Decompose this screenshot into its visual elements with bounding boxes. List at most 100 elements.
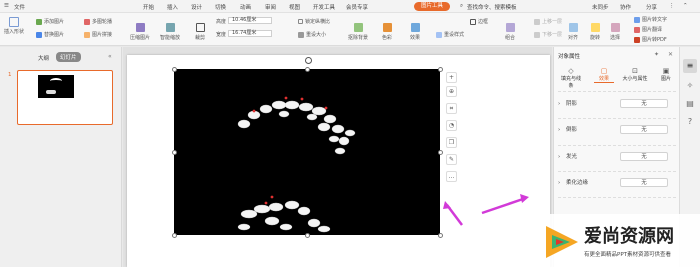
thumbnail-image [38, 75, 74, 98]
reset-style-icon [436, 31, 442, 38]
reset-size-button[interactable]: 重设大小 [298, 31, 326, 38]
menu-view[interactable]: 视图 [289, 3, 300, 11]
rotate-button[interactable]: 旋转 [590, 23, 600, 41]
expand-icon: › [558, 101, 561, 107]
replace-picture-button[interactable]: 替换图片 [36, 31, 64, 38]
border-button[interactable]: 边框 [470, 18, 488, 25]
share-button[interactable]: 分享 [646, 3, 657, 11]
menu-review[interactable]: 审阅 [265, 3, 276, 11]
soft-edge-row[interactable]: › 柔化边缘 无 [558, 178, 676, 188]
pic-translate-button[interactable]: 图片翻译 [634, 26, 662, 33]
height-input[interactable]: 10.46厘米 [228, 17, 272, 24]
shape-icon [9, 17, 19, 27]
effects-icon [410, 23, 420, 32]
effects-button[interactable]: 效果 [410, 23, 420, 41]
panel-title: 对象属性 [558, 54, 581, 60]
smart-scale-button[interactable]: 智能缩放 [160, 23, 180, 41]
menu-developer[interactable]: 开发工具 [313, 3, 335, 11]
align-button[interactable]: 对齐 [568, 23, 578, 41]
bring-forward-button[interactable]: 上移一层 [534, 18, 562, 25]
tab-outline[interactable]: 大纲 [38, 54, 49, 62]
search-box[interactable]: 查找命令、搜索模板 [467, 3, 517, 11]
pdf-icon [634, 36, 640, 43]
menu-transition[interactable]: 切换 [215, 3, 226, 11]
align-icon [568, 23, 578, 32]
pin-icon[interactable]: ✦ [654, 51, 659, 58]
menu-button[interactable]: ☰ [4, 3, 9, 9]
color-icon [382, 23, 392, 32]
scale-icon [165, 23, 175, 32]
pic-to-text-button[interactable]: 图片转文字 [634, 16, 667, 23]
reflection-row[interactable]: › 倒影 无 [558, 125, 676, 135]
tab-picture-tools[interactable]: 图片工具 [414, 2, 450, 11]
select-icon [610, 23, 620, 32]
menu-insert[interactable]: 插入 [167, 3, 178, 11]
lock-ratio-checkbox[interactable]: 锁定纵横比 [298, 18, 330, 25]
shadow-label: 阴影 [565, 101, 577, 107]
watermark: 爱尚资源网 有更全面精品PPT素材资源可供查看 [538, 214, 700, 267]
tab-fill-line[interactable]: ◇ 填充与线条 [560, 67, 582, 89]
carousel-button[interactable]: 多图轮播 [84, 18, 112, 25]
menu-home[interactable]: 开始 [143, 3, 154, 11]
slide-thumbnail[interactable] [17, 70, 113, 125]
height-label: 高度 [216, 19, 227, 25]
soft-edge-select[interactable]: 无 [620, 178, 668, 187]
send-backward-button[interactable]: 下移一层 [534, 31, 562, 38]
stitch-button[interactable]: 图片拼接 [84, 31, 112, 38]
reflection-select[interactable]: 无 [620, 125, 668, 134]
width-input[interactable]: 16.74厘米 [228, 30, 272, 37]
shadow-select[interactable]: 无 [620, 99, 668, 108]
color-button[interactable]: 色彩 [382, 23, 392, 41]
arrowhead-right [520, 194, 529, 203]
tab-effects[interactable]: ▢ 效果 [594, 67, 614, 83]
menu-member[interactable]: 会员专享 [346, 3, 368, 11]
size-icon: ⊡ [632, 67, 638, 75]
remove-background-button[interactable]: 抠除背景 [348, 23, 368, 41]
watermark-title: 爱尚资源网 [584, 226, 674, 247]
tab-size-properties[interactable]: ⊡ 大小与属性 [620, 67, 650, 82]
glow-select[interactable]: 无 [620, 152, 668, 161]
replace-icon [36, 31, 42, 38]
crop-button[interactable]: 裁剪 [195, 23, 205, 41]
slide-page[interactable]: + ⊕ ⌗ ◔ ❐ ✎ … [127, 55, 550, 267]
slide-number: 1 [8, 72, 12, 78]
expand-icon: › [558, 127, 561, 133]
compress-button[interactable]: 压缩图片 [130, 23, 150, 41]
shadow-row[interactable]: › 阴影 无 [558, 99, 676, 109]
menu-animation[interactable]: 动画 [240, 3, 251, 11]
animation-icon[interactable]: ✧ [683, 79, 697, 93]
more-icon[interactable]: ⋮ [669, 3, 675, 9]
close-icon[interactable]: ✕ [668, 51, 673, 58]
slide-canvas: + ⊕ ⌗ ◔ ❐ ✎ … [123, 47, 552, 267]
stitch-icon [84, 31, 90, 38]
picture-icon [36, 18, 42, 25]
combine-button[interactable]: 组合 [505, 23, 515, 41]
layout-icon[interactable]: ▤ [683, 97, 697, 111]
annotation-arrows [443, 194, 529, 226]
reset-style-button[interactable]: 重设样式 [436, 31, 464, 38]
unsynced-status[interactable]: 未同步 [592, 3, 609, 11]
add-picture-button[interactable]: 添加图片 [36, 18, 64, 25]
layer-down-icon [534, 31, 540, 38]
panel-collapse-icon[interactable]: « [108, 53, 112, 60]
pic-to-pdf-button[interactable]: 图片转PDF [634, 36, 667, 43]
picture-tab-icon: ▣ [662, 67, 670, 75]
properties-toggle-icon[interactable]: ≡ [683, 59, 697, 73]
watermark-subtitle: 有更全面精品PPT素材资源可供查看 [584, 252, 671, 258]
search-icon[interactable]: ⌕ [460, 3, 463, 10]
collab-button[interactable]: 协作 [620, 3, 631, 11]
help-icon[interactable]: ? [683, 115, 697, 129]
border-icon [470, 18, 476, 25]
select-button[interactable]: 选择 [610, 23, 620, 41]
arrowhead-left [443, 201, 451, 209]
collapse-icon[interactable]: ⌃ [683, 3, 688, 9]
tab-slides[interactable]: 幻灯片 [56, 52, 81, 62]
insert-shape-button[interactable]: 插入形状 [4, 17, 24, 35]
matting-icon [353, 23, 363, 32]
glow-row[interactable]: › 发光 无 [558, 152, 676, 162]
ribbon-toolbar: 插入形状 添加图片 替换图片 多图轮播 图片拼接 压缩图片 智能缩放 裁剪 高度… [0, 13, 700, 46]
menu-design[interactable]: 设计 [191, 3, 202, 11]
ocr-icon [634, 16, 640, 23]
menu-file[interactable]: 文件 [14, 3, 25, 11]
tab-picture[interactable]: ▣ 图片 [656, 67, 676, 82]
